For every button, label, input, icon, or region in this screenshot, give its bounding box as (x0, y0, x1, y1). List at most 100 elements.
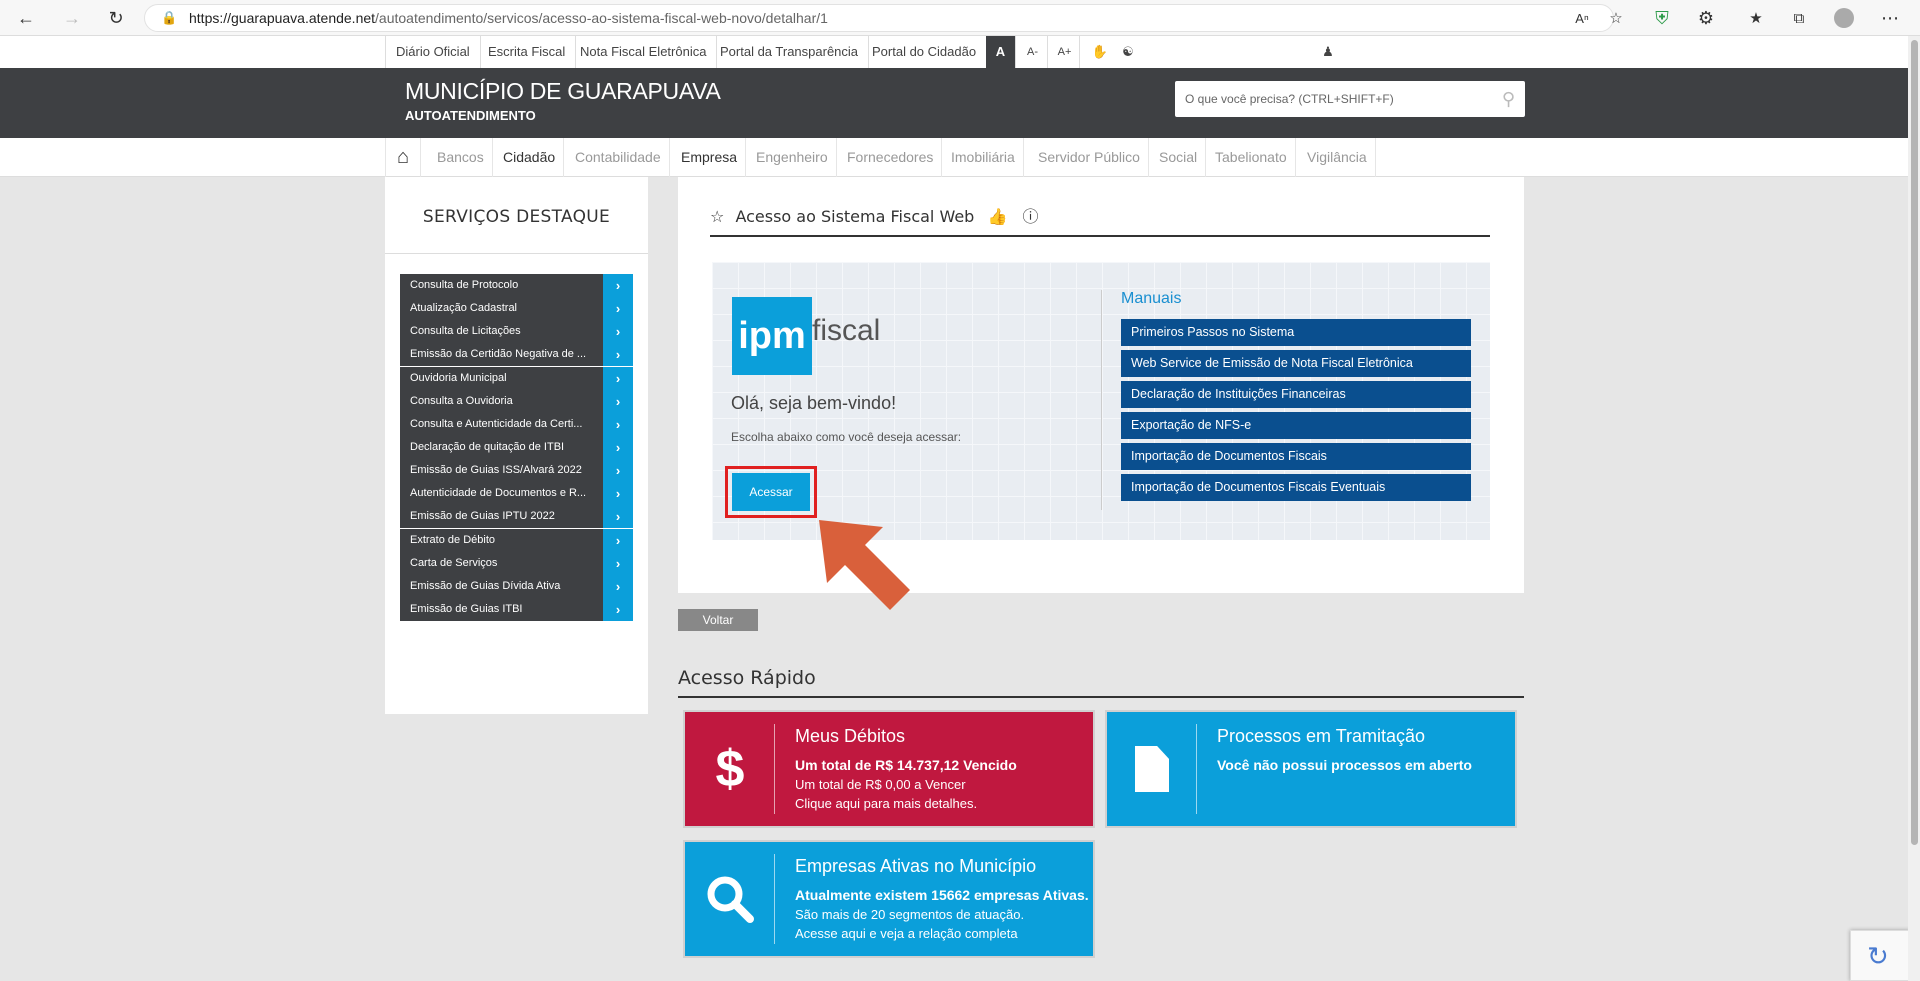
manual-link[interactable]: Importação de Documentos Fiscais (1121, 443, 1471, 470)
address-bar[interactable]: 🔒 https://guarapuava.atende.net/autoaten… (144, 4, 1614, 32)
favorite-add-icon[interactable]: ☆ (1604, 6, 1628, 30)
chevron-right-icon[interactable]: › (603, 552, 633, 575)
chevron-right-icon[interactable]: › (603, 529, 633, 552)
chevron-right-icon[interactable]: › (603, 343, 633, 366)
nav-bancos[interactable]: Bancos (429, 138, 493, 177)
sidebar-item-label: Emissão de Guias Dívida Ativa (410, 580, 561, 592)
manual-link[interactable]: Importação de Documentos Fiscais Eventua… (1121, 474, 1471, 501)
sidebar-item[interactable]: Consulta de Protocolo › (400, 274, 633, 297)
chevron-right-icon[interactable]: › (603, 297, 633, 320)
nav-engenheiro[interactable]: Engenheiro (748, 138, 837, 177)
thumbs-up-icon[interactable]: 👍 (987, 207, 1007, 226)
service-title-underline (710, 235, 1490, 237)
card-separator (774, 724, 775, 814)
sidebar-item[interactable]: Emissão de Guias ITBI › (400, 598, 633, 621)
toplink-escrita-fiscal[interactable]: Escrita Fiscal (478, 36, 577, 68)
pointer-arrow-icon (819, 520, 910, 610)
welcome-text: Olá, seja bem-vindo! (731, 393, 897, 413)
manual-link[interactable]: Primeiros Passos no Sistema (1121, 319, 1471, 346)
card-line: Atualmente existem 15662 empresas Ativas… (795, 887, 1089, 903)
chevron-right-icon[interactable]: › (603, 436, 633, 459)
info-icon[interactable]: ⓘ (1022, 207, 1038, 226)
search-input[interactable]: O que você precisa? (CTRL+SHIFT+F) ⚲ (1175, 81, 1525, 117)
site-title[interactable]: MUNICÍPIO DE GUARAPUAVA (405, 78, 721, 105)
scrollbar-thumb[interactable] (1911, 40, 1918, 845)
forward-icon[interactable]: → (60, 6, 84, 30)
chevron-right-icon[interactable]: › (603, 274, 633, 297)
toplink-portal-cidadao[interactable]: Portal do Cidadão (862, 36, 988, 68)
chevron-right-icon[interactable]: › (603, 320, 633, 343)
chevron-right-icon[interactable]: › (603, 505, 633, 528)
ipm-logo: ipm (732, 297, 812, 375)
nav-vigilancia[interactable]: Vigilância (1299, 138, 1376, 177)
star-icon[interactable]: ☆ (710, 207, 724, 226)
access-button[interactable]: Acessar (725, 466, 817, 518)
sidebar-item[interactable]: Emissão de Guias ISS/Alvará 2022 › (400, 459, 633, 482)
sidebar-item[interactable]: Ouvidoria Municipal › (400, 367, 633, 390)
card-processos[interactable]: Processos em Tramitação Você não possui … (1105, 710, 1517, 828)
sidebar-item-label: Ouvidoria Municipal (410, 372, 507, 384)
sidebar-item[interactable]: Extrato de Débito › (400, 529, 633, 552)
shield-icon[interactable]: ⛨ (1650, 6, 1674, 30)
sidebar-item[interactable]: Emissão de Guias Dívida Ativa › (400, 575, 633, 598)
chevron-right-icon[interactable]: › (603, 367, 633, 390)
sidebar-item-label: Emissão de Guias ITBI (410, 603, 523, 615)
chevron-right-icon[interactable]: › (603, 413, 633, 436)
nav-imobiliaria[interactable]: Imobiliária (943, 138, 1024, 177)
font-normal-button[interactable]: A (986, 36, 1016, 68)
search-icon[interactable]: ⚲ (1502, 81, 1515, 117)
manual-link[interactable]: Web Service de Emissão de Nota Fiscal El… (1121, 350, 1471, 377)
nav-contabilidade[interactable]: Contabilidade (567, 138, 670, 177)
accessibility-icon[interactable]: ☯ (1116, 36, 1140, 68)
manual-link[interactable]: Declaração de Instituições Financeiras (1121, 381, 1471, 408)
user-icon[interactable]: ♟ (1318, 36, 1338, 68)
chevron-right-icon[interactable]: › (603, 575, 633, 598)
libras-hand-icon[interactable]: ✋ (1090, 36, 1110, 68)
browser-toolbar: ← → ↻ 🔒 https://guarapuava.atende.net/au… (0, 0, 1920, 36)
profile-icon[interactable] (1832, 6, 1856, 30)
chevron-right-icon[interactable]: › (603, 459, 633, 482)
extensions-icon[interactable]: ⚙ (1694, 6, 1718, 30)
sidebar-item[interactable]: Declaração de quitação de ITBI › (400, 436, 633, 459)
nav-fornecedores[interactable]: Fornecedores (839, 138, 943, 177)
chevron-right-icon[interactable]: › (603, 482, 633, 505)
card-empresas-ativas[interactable]: Empresas Ativas no Município Atualmente … (683, 840, 1095, 958)
sidebar-item[interactable]: Consulta e Autenticidade da Certi... › (400, 413, 633, 436)
sidebar-item[interactable]: Consulta de Licitações › (400, 320, 633, 343)
recaptcha-badge[interactable]: ↻ (1850, 930, 1910, 981)
sidebar-item-label: Emissão de Guias ISS/Alvará 2022 (410, 464, 582, 476)
back-button[interactable]: Voltar (678, 609, 758, 631)
nav-tabelionato[interactable]: Tabelionato (1207, 138, 1296, 177)
home-icon[interactable]: ⌂ (385, 138, 421, 177)
sidebar-item[interactable]: Emissão da Certidão Negativa de ... › (400, 343, 633, 366)
manual-link[interactable]: Exportação de NFS-e (1121, 412, 1471, 439)
sidebar-item[interactable]: Atualização Cadastral › (400, 297, 633, 320)
sidebar-item[interactable]: Emissão de Guias IPTU 2022 › (400, 505, 633, 528)
favorites-icon[interactable]: ★ (1744, 6, 1768, 30)
nav-empresa[interactable]: Empresa (673, 138, 747, 177)
font-increase-button[interactable]: A+ (1050, 36, 1080, 68)
collections-icon[interactable]: ⧉ (1787, 6, 1811, 30)
toplink-portal-transparencia[interactable]: Portal da Transparência (710, 36, 870, 68)
font-decrease-button[interactable]: A- (1018, 36, 1048, 68)
sidebar-item-label: Consulta de Licitações (410, 325, 521, 337)
sidebar-item[interactable]: Carta de Serviços › (400, 552, 633, 575)
toplink-diario-oficial[interactable]: Diário Oficial (385, 36, 481, 68)
menu-icon[interactable]: ⋯ (1878, 6, 1902, 30)
quick-access-underline (678, 696, 1524, 698)
chevron-right-icon[interactable]: › (603, 390, 633, 413)
nav-servidor-publico[interactable]: Servidor Público (1030, 138, 1149, 177)
read-aloud-icon[interactable]: A​ⁿ (1570, 6, 1594, 30)
back-icon[interactable]: ← (14, 6, 38, 30)
reload-icon[interactable]: ↻ (104, 6, 128, 30)
nav-cidadao[interactable]: Cidadão (495, 138, 565, 177)
nav-social[interactable]: Social (1151, 138, 1207, 177)
card-meus-debitos[interactable]: $ Meus Débitos Um total de R$ 14.737,12 … (683, 710, 1095, 828)
site-header: MUNICÍPIO DE GUARAPUAVA AUTOATENDIMENTO … (0, 68, 1908, 138)
sidebar-item[interactable]: Autenticidade de Documentos e R... › (400, 482, 633, 505)
url-path: /autoatendimento/servicos/acesso-ao-sist… (375, 10, 828, 26)
sidebar-item[interactable]: Consulta a Ouvidoria › (400, 390, 633, 413)
toplink-nota-fiscal[interactable]: Nota Fiscal Eletrônica (570, 36, 718, 68)
chevron-right-icon[interactable]: › (603, 598, 633, 621)
document-icon (1107, 712, 1197, 826)
